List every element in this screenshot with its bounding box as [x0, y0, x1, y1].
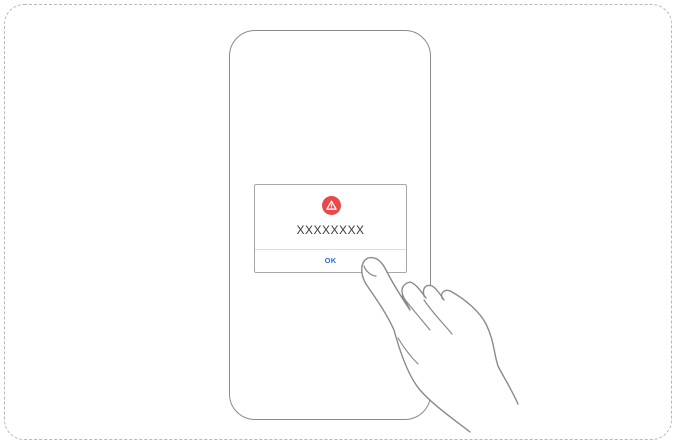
ok-button[interactable]: OK [255, 251, 406, 271]
illustration-stage: XXXXXXXX OK [0, 0, 678, 444]
warning-icon [322, 196, 341, 215]
alert-dialog: XXXXXXXX OK [254, 184, 407, 273]
dialog-message: XXXXXXXX [296, 223, 365, 237]
dialog-divider [255, 249, 406, 250]
